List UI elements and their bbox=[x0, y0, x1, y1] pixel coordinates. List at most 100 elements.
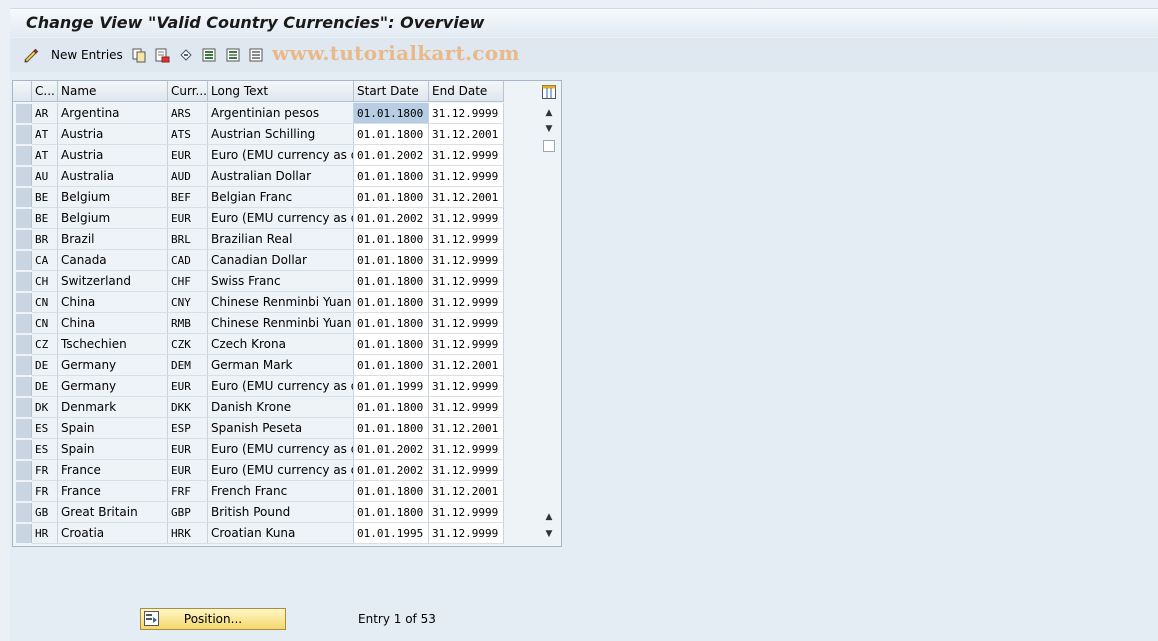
row-selector[interactable] bbox=[16, 503, 32, 522]
table-settings-icon[interactable] bbox=[542, 85, 556, 99]
scroll-down-icon[interactable]: ▼ bbox=[543, 123, 555, 135]
cell-start-date[interactable]: 01.01.1800 bbox=[354, 250, 429, 271]
cell-start-date[interactable]: 01.01.1800 bbox=[354, 229, 429, 250]
table-header: C... Name Curr... Long Text Start Date E… bbox=[13, 81, 561, 103]
scroll-up-icon[interactable]: ▲ bbox=[543, 107, 555, 119]
cell-currency: CNY bbox=[168, 292, 208, 313]
row-selector[interactable] bbox=[16, 125, 32, 144]
cell-start-date[interactable]: 01.01.1800 bbox=[354, 397, 429, 418]
cell-end-date[interactable]: 31.12.2001 bbox=[429, 187, 504, 208]
cell-start-date[interactable]: 01.01.1800 bbox=[354, 124, 429, 145]
copy-icon[interactable] bbox=[131, 47, 147, 63]
cell-start-date[interactable]: 01.01.1800 bbox=[354, 271, 429, 292]
scrollbar-thumb[interactable] bbox=[543, 140, 555, 152]
cell-end-date[interactable]: 31.12.9999 bbox=[429, 103, 504, 124]
cell-country: BE bbox=[32, 187, 58, 208]
cell-long-text: Czech Krona bbox=[208, 334, 354, 355]
table-row: ESSpainEUREuro (EMU currency as o…01.01.… bbox=[13, 439, 504, 460]
row-selector[interactable] bbox=[16, 146, 32, 165]
cell-long-text: Chinese Renminbi Yuan bbox=[208, 292, 354, 313]
select-all-column-header[interactable] bbox=[13, 81, 32, 102]
deselect-all-icon[interactable] bbox=[248, 47, 264, 63]
new-entries-button[interactable]: New Entries bbox=[51, 48, 123, 62]
row-selector[interactable] bbox=[16, 167, 32, 186]
cell-start-date[interactable]: 01.01.2002 bbox=[354, 145, 429, 166]
row-selector[interactable] bbox=[16, 461, 32, 480]
cell-end-date[interactable]: 31.12.9999 bbox=[429, 502, 504, 523]
scroll-down-bottom-icon[interactable]: ▼ bbox=[543, 528, 555, 540]
cell-start-date[interactable]: 01.01.1800 bbox=[354, 481, 429, 502]
cell-name: France bbox=[58, 481, 168, 502]
cell-start-date[interactable]: 01.01.1800 bbox=[354, 502, 429, 523]
cell-start-date[interactable]: 01.01.2002 bbox=[354, 439, 429, 460]
cell-end-date[interactable]: 31.12.9999 bbox=[429, 460, 504, 481]
cell-end-date[interactable]: 31.12.9999 bbox=[429, 250, 504, 271]
cell-currency: ATS bbox=[168, 124, 208, 145]
row-selector[interactable] bbox=[16, 209, 32, 228]
cell-end-date[interactable]: 31.12.9999 bbox=[429, 145, 504, 166]
pen-icon[interactable] bbox=[23, 47, 39, 63]
row-selector[interactable] bbox=[16, 356, 32, 375]
column-header-end-date[interactable]: End Date bbox=[429, 81, 504, 102]
row-selector[interactable] bbox=[16, 188, 32, 207]
cell-end-date[interactable]: 31.12.2001 bbox=[429, 418, 504, 439]
cell-start-date[interactable]: 01.01.1800 bbox=[354, 418, 429, 439]
cell-country: GB bbox=[32, 502, 58, 523]
row-selector[interactable] bbox=[16, 293, 32, 312]
cell-start-date[interactable]: 01.01.2002 bbox=[354, 208, 429, 229]
cell-end-date[interactable]: 31.12.9999 bbox=[429, 397, 504, 418]
column-header-name[interactable]: Name bbox=[58, 81, 168, 102]
scroll-up-bottom-icon[interactable]: ▲ bbox=[543, 511, 555, 523]
column-header-long-text[interactable]: Long Text bbox=[208, 81, 354, 102]
position-button[interactable]: Position... bbox=[140, 608, 286, 630]
cell-start-date[interactable]: 01.01.1995 bbox=[354, 523, 429, 544]
row-selector[interactable] bbox=[16, 524, 32, 543]
cell-end-date[interactable]: 31.12.9999 bbox=[429, 271, 504, 292]
cell-end-date[interactable]: 31.12.9999 bbox=[429, 334, 504, 355]
cell-end-date[interactable]: 31.12.9999 bbox=[429, 523, 504, 544]
table-row: DK Denmark DKK Danish Krone 01.01.1800 31.12.… bbox=[13, 397, 504, 418]
cell-start-date[interactable]: 01.01.1800 bbox=[354, 313, 429, 334]
cell-end-date[interactable]: 31.12.9999 bbox=[429, 166, 504, 187]
cell-end-date[interactable]: 31.12.2001 bbox=[429, 481, 504, 502]
row-selector[interactable] bbox=[16, 482, 32, 501]
row-selector[interactable] bbox=[16, 251, 32, 270]
row-selector[interactable] bbox=[16, 377, 32, 396]
cell-end-date[interactable]: 31.12.9999 bbox=[429, 208, 504, 229]
cell-end-date[interactable]: 31.12.2001 bbox=[429, 124, 504, 145]
row-selector[interactable] bbox=[16, 230, 32, 249]
column-header-currency[interactable]: Curr... bbox=[168, 81, 208, 102]
cell-currency: DKK bbox=[168, 397, 208, 418]
cell-start-date[interactable]: 01.01.1800 bbox=[354, 103, 429, 124]
row-selector[interactable] bbox=[16, 419, 32, 438]
select-block-icon[interactable] bbox=[225, 47, 241, 63]
row-selector[interactable] bbox=[16, 314, 32, 333]
cell-start-date[interactable]: 01.01.1800 bbox=[354, 166, 429, 187]
column-header-start-date[interactable]: Start Date bbox=[354, 81, 429, 102]
cell-start-date[interactable]: 01.01.1800 bbox=[354, 187, 429, 208]
cell-start-date[interactable]: 01.01.1800 bbox=[354, 292, 429, 313]
cell-long-text: Euro (EMU currency as o… bbox=[208, 208, 354, 229]
cell-start-date[interactable]: 01.01.1800 bbox=[354, 355, 429, 376]
column-header-country[interactable]: C... bbox=[32, 81, 58, 102]
cell-end-date[interactable]: 31.12.9999 bbox=[429, 292, 504, 313]
row-selector[interactable] bbox=[16, 104, 32, 123]
cell-end-date[interactable]: 31.12.9999 bbox=[429, 376, 504, 397]
row-selector[interactable] bbox=[16, 440, 32, 459]
cell-start-date[interactable]: 01.01.1800 bbox=[354, 334, 429, 355]
cell-name: China bbox=[58, 313, 168, 334]
cell-end-date[interactable]: 31.12.2001 bbox=[429, 355, 504, 376]
cell-end-date[interactable]: 31.12.9999 bbox=[429, 229, 504, 250]
cell-end-date[interactable]: 31.12.9999 bbox=[429, 439, 504, 460]
cell-start-date[interactable]: 01.01.1999 bbox=[354, 376, 429, 397]
delete-icon[interactable] bbox=[154, 47, 170, 63]
row-selector[interactable] bbox=[16, 335, 32, 354]
cell-start-date[interactable]: 01.01.2002 bbox=[354, 460, 429, 481]
cell-name: Germany bbox=[58, 376, 168, 397]
row-selector[interactable] bbox=[16, 398, 32, 417]
undo-icon[interactable] bbox=[178, 47, 194, 63]
row-selector[interactable] bbox=[16, 272, 32, 291]
cell-end-date[interactable]: 31.12.9999 bbox=[429, 313, 504, 334]
select-all-icon[interactable] bbox=[201, 47, 217, 63]
table-row: CH Switzerland CHF Swiss Franc 01.01.1800 31.… bbox=[13, 271, 504, 292]
